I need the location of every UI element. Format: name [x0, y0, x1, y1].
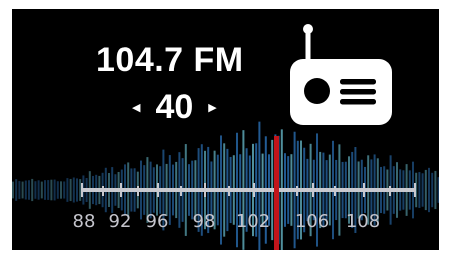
- scale-tick-major: [253, 183, 255, 197]
- scale-tick-minor: [180, 186, 182, 196]
- triangle-right-icon[interactable]: ▶: [206, 101, 218, 114]
- triangle-left-icon[interactable]: ◀: [130, 101, 142, 114]
- scale-tick-major: [312, 183, 314, 197]
- scale-label-108: 108: [345, 211, 381, 232]
- spectrum-bar: [24, 180, 27, 200]
- scale-label-98: 98: [192, 211, 216, 232]
- spectrum-bar: [28, 180, 30, 200]
- scale-tick-major: [157, 183, 159, 197]
- frequency-display: 104.7 FM: [96, 41, 244, 79]
- spectrum-bar: [18, 181, 21, 199]
- scale-tick-minor: [334, 186, 336, 196]
- scale-label-88: 88: [72, 211, 96, 232]
- spectrum-bar: [12, 181, 14, 199]
- spectrum-bar: [434, 170, 437, 210]
- scale-label-106: 106: [294, 211, 330, 232]
- tuning-needle[interactable]: [274, 136, 279, 250]
- spectrum-bar: [424, 169, 427, 211]
- spectrum-bar: [76, 178, 78, 202]
- spectrum-bar: [15, 179, 18, 201]
- spectrum-bar: [72, 177, 75, 203]
- scale-tick-major: [363, 183, 365, 197]
- scale-tick-major: [204, 183, 206, 197]
- radio-icon: [290, 24, 392, 125]
- scale-label-92: 92: [108, 211, 132, 232]
- spectrum-bar: [37, 180, 40, 200]
- tuner-scale[interactable]: [81, 188, 416, 192]
- spectrum-bar: [44, 180, 46, 200]
- scale-tick-major: [414, 183, 416, 197]
- spectrum-bar: [53, 179, 56, 201]
- spectrum-bar: [50, 179, 53, 201]
- scale-label-102: 102: [235, 211, 271, 232]
- spectrum-bar: [56, 181, 59, 199]
- spectrum-bar: [40, 181, 43, 199]
- spectrum-bar: [47, 180, 50, 200]
- scale-tick-major: [81, 183, 83, 197]
- spectrum-bar: [437, 177, 439, 203]
- preset-selector: ◀ 40 ▶: [130, 89, 219, 125]
- spectrum-bar: [66, 178, 69, 202]
- scale-tick-minor: [389, 186, 391, 196]
- spectrum-bar: [34, 181, 37, 199]
- spectrum-bar: [428, 167, 430, 213]
- preset-number: 40: [155, 88, 194, 126]
- spectrum-bar: [421, 173, 424, 207]
- radio-screen: 104.7 FM ◀ 40 ▶ 88 92 96 98 102 106 108: [12, 9, 439, 250]
- scale-tick-minor: [102, 186, 104, 196]
- spectrum-bar: [31, 178, 34, 202]
- spectrum-bar: [21, 181, 24, 199]
- scale-tick-minor: [228, 186, 230, 196]
- scale-label-96: 96: [145, 211, 169, 232]
- spectrum-bar: [418, 172, 421, 208]
- spectrum-bar: [60, 181, 62, 199]
- scale-tick-major: [120, 183, 122, 197]
- spectrum-bar: [63, 181, 66, 199]
- scale-tick-minor: [137, 186, 139, 196]
- spectrum-bar: [69, 178, 72, 202]
- scale-tick-minor: [296, 186, 298, 196]
- spectrum-bar: [431, 172, 434, 208]
